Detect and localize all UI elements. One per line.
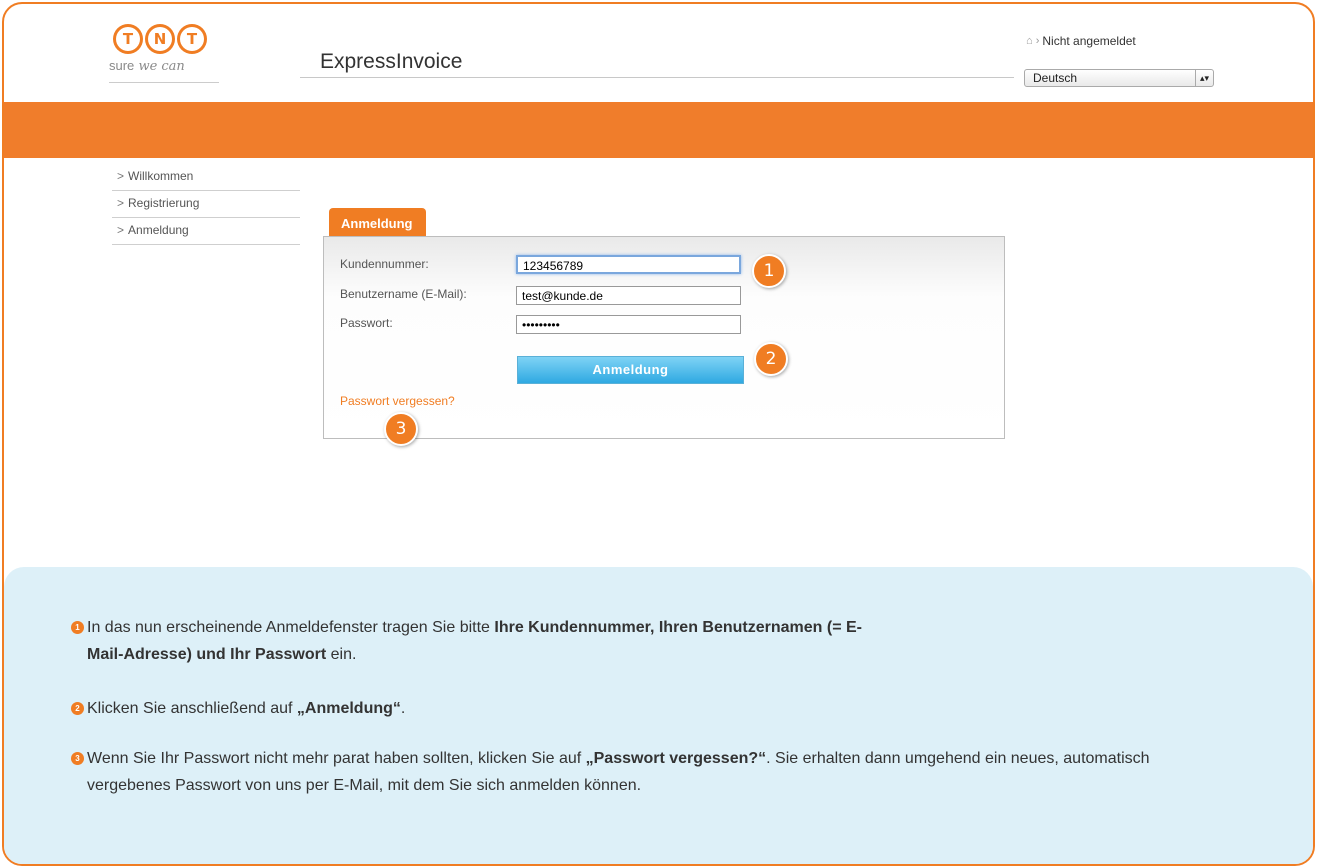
sidebar-item-willkommen[interactable]: > Willkommen	[112, 164, 300, 191]
instructions-box: 1 In das nun erscheinende Anmeldefenster …	[4, 567, 1313, 864]
sidebar-nav: > Willkommen > Registrierung > Anmeldung	[112, 164, 300, 245]
customer-number-label: Kundennummer:	[340, 257, 429, 271]
step-text: ein.	[326, 646, 357, 663]
callout-marker-2: 2	[754, 342, 788, 376]
user-status-icon: ⌂ ›	[1026, 35, 1040, 47]
title-divider	[300, 77, 1014, 78]
instruction-step-1: 1 In das nun erscheinende Anmeldefenster …	[71, 614, 867, 668]
step-number-badge: 3	[71, 752, 84, 765]
language-select-value: Deutsch	[1033, 71, 1078, 85]
logo-tagline: sure we can	[109, 58, 229, 74]
logo-circle: T	[177, 24, 207, 54]
step-text: Klicken Sie anschließend auf	[87, 700, 297, 717]
chevron-right-icon: >	[117, 196, 125, 210]
sidebar-item-registrierung[interactable]: > Registrierung	[112, 191, 300, 218]
instruction-step-3: 3 Wenn Sie Ihr Passwort nicht mehr parat …	[71, 745, 1167, 799]
step-emphasis: „Passwort vergessen?“	[585, 750, 767, 767]
logo-circles: T N T	[113, 24, 229, 54]
callout-marker-1: 1	[752, 254, 786, 288]
language-select[interactable]: Deutsch ▴▾	[1024, 69, 1214, 87]
username-input[interactable]: test@kunde.de	[516, 286, 741, 305]
tnt-logo[interactable]: T N T sure we can	[109, 24, 229, 104]
step-text: .	[400, 700, 406, 717]
callout-marker-3: 3	[384, 412, 418, 446]
password-label: Passwort:	[340, 316, 393, 330]
logo-letter: T	[116, 27, 140, 51]
sidebar-item-label: Anmeldung	[128, 223, 189, 237]
step-number-badge: 1	[71, 621, 84, 634]
forgot-password-link[interactable]: Passwort vergessen?	[340, 394, 455, 408]
sidebar-item-label: Willkommen	[128, 169, 194, 183]
chevron-right-icon: >	[117, 169, 125, 183]
logo-underline	[109, 82, 219, 83]
logo-letter: N	[148, 27, 172, 51]
logo-circle: N	[145, 24, 175, 54]
select-arrows-icon: ▴▾	[1195, 70, 1213, 86]
step-emphasis: „Anmeldung“	[296, 700, 401, 717]
tab-anmeldung[interactable]: Anmeldung	[329, 208, 426, 238]
logo-tagline-prefix: sure	[109, 58, 135, 73]
step-number-badge: 2	[71, 702, 84, 715]
orange-nav-bar	[4, 102, 1313, 158]
page-frame: T N T sure we can ExpressInvoice ⌂ › Nic…	[2, 2, 1315, 866]
app-title: ExpressInvoice	[320, 50, 463, 73]
sidebar-item-anmeldung[interactable]: > Anmeldung	[112, 218, 300, 245]
username-label: Benutzername (E-Mail):	[340, 287, 467, 301]
login-submit-button[interactable]: Anmeldung	[517, 356, 744, 384]
password-input[interactable]: •••••••••	[516, 315, 741, 334]
logo-circle: T	[113, 24, 143, 54]
logo-letter: T	[180, 27, 204, 51]
chevron-right-icon: >	[117, 223, 125, 237]
customer-number-input[interactable]: 123456789	[516, 255, 741, 274]
sidebar-item-label: Registrierung	[128, 196, 200, 210]
logo-tagline-script: we can	[138, 59, 185, 74]
step-text: Wenn Sie Ihr Passwort nicht mehr parat h…	[87, 750, 586, 767]
step-text: In das nun erscheinende Anmeldefenster t…	[87, 619, 495, 636]
login-status-text: Nicht angemeldet	[1042, 34, 1136, 48]
login-status: ⌂ › Nicht angemeldet	[1026, 34, 1136, 48]
instruction-step-2: 2 Klicken Sie anschließend auf „Anmeldung…	[71, 695, 1247, 722]
